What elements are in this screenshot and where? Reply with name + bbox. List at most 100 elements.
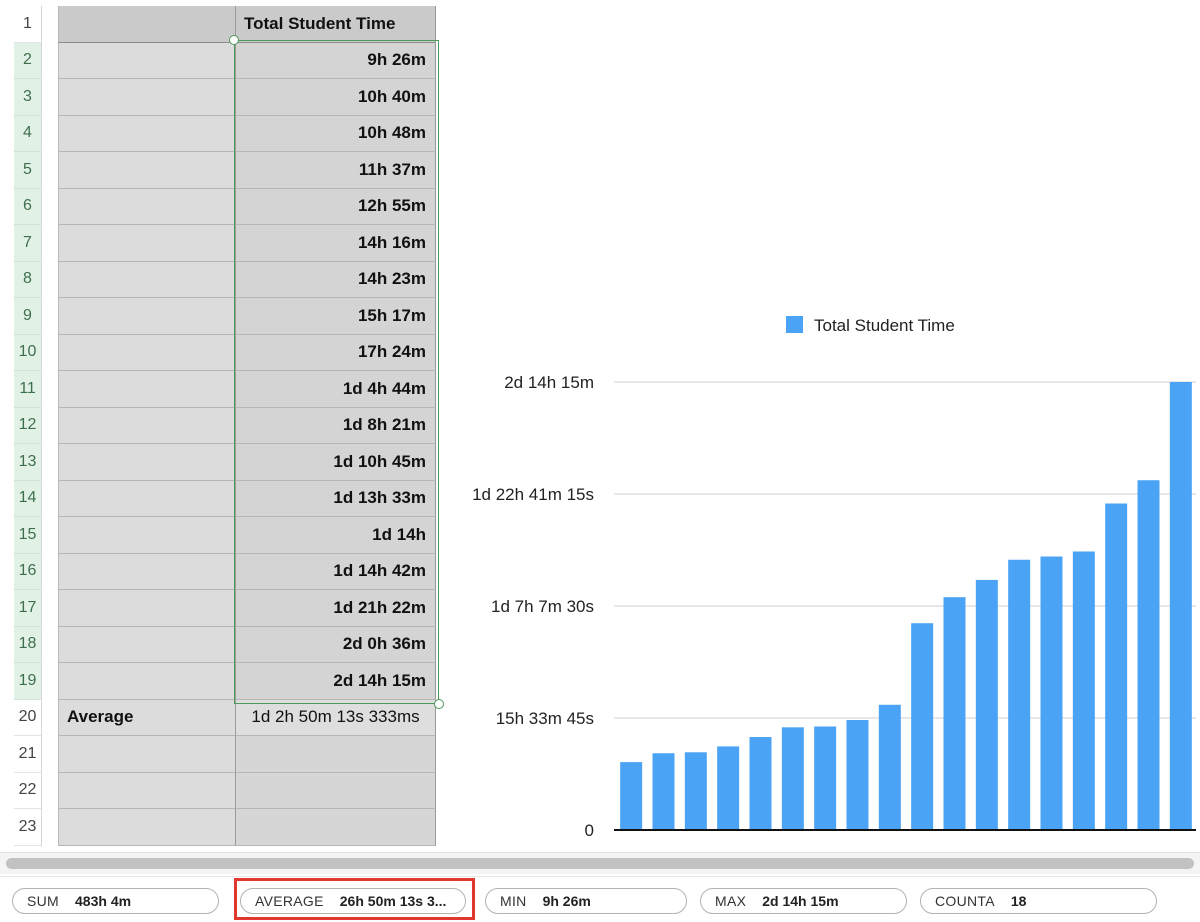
- table-cell[interactable]: [58, 736, 236, 773]
- row-header[interactable]: 12: [14, 407, 41, 444]
- time-cell[interactable]: 2d 14h 15m: [236, 663, 436, 700]
- row-header[interactable]: 22: [14, 772, 41, 809]
- row-header[interactable]: 17: [14, 590, 41, 627]
- table-cell[interactable]: [58, 809, 236, 846]
- bar: [1008, 559, 1031, 830]
- time-cell[interactable]: 1d 14h: [236, 517, 436, 554]
- table-cell[interactable]: [58, 371, 236, 408]
- table-cell[interactable]: [58, 553, 236, 590]
- bar: [684, 752, 707, 830]
- row-header[interactable]: 7: [14, 225, 41, 262]
- time-cell[interactable]: 14h 16m: [236, 225, 436, 262]
- legend-swatch: [786, 316, 803, 333]
- table-row: 2d 14h 15m: [58, 663, 438, 700]
- table-cell[interactable]: [236, 772, 436, 809]
- row-header[interactable]: 4: [14, 115, 41, 152]
- average-row: Average 1d 2h 50m 13s 333ms: [58, 699, 438, 736]
- average-label-cell[interactable]: Average: [58, 699, 236, 736]
- min-stat-button[interactable]: MIN 9h 26m: [485, 888, 687, 914]
- table-cell[interactable]: [58, 444, 236, 481]
- time-cell[interactable]: 11h 37m: [236, 152, 436, 189]
- table-cell[interactable]: [58, 480, 236, 517]
- row-header[interactable]: 15: [14, 517, 41, 554]
- bar-chart[interactable]: Total Student Time 0 15h 33m 45s 1d 7h 7m 3…: [446, 300, 1200, 850]
- time-cell[interactable]: 12h 55m: [236, 188, 436, 225]
- table-row: 10h 40m: [58, 79, 438, 116]
- row-header[interactable]: 21: [14, 736, 41, 773]
- time-cell[interactable]: 9h 26m: [236, 42, 436, 79]
- row-header[interactable]: 14: [14, 480, 41, 517]
- time-cell[interactable]: 15h 17m: [236, 298, 436, 335]
- table-row: 1d 4h 44m: [58, 371, 438, 408]
- max-stat-button[interactable]: MAX 2d 14h 15m: [700, 888, 907, 914]
- counta-stat-button[interactable]: COUNTA 18: [920, 888, 1157, 914]
- table-cell[interactable]: [58, 6, 236, 43]
- row-header[interactable]: 3: [14, 79, 41, 116]
- table-row: 17h 24m: [58, 334, 438, 371]
- bar: [749, 737, 772, 830]
- table-cell[interactable]: [58, 152, 236, 189]
- bar: [814, 726, 837, 830]
- table-cell[interactable]: [58, 334, 236, 371]
- table-cell[interactable]: [58, 79, 236, 116]
- bar: [943, 597, 966, 830]
- row-header[interactable]: 5: [14, 152, 41, 189]
- table-row: 14h 23m: [58, 261, 438, 298]
- time-cell[interactable]: 10h 40m: [236, 79, 436, 116]
- time-cell[interactable]: 1d 13h 33m: [236, 480, 436, 517]
- sum-stat-button[interactable]: SUM 483h 4m: [12, 888, 219, 914]
- table-row: 1d 8h 21m: [58, 407, 438, 444]
- table-cell[interactable]: [58, 225, 236, 262]
- row-header[interactable]: 16: [14, 553, 41, 590]
- table-row: [58, 809, 438, 846]
- table-cell[interactable]: [58, 663, 236, 700]
- table-cell[interactable]: [58, 261, 236, 298]
- row-header[interactable]: 11: [14, 371, 41, 408]
- table-cell[interactable]: [236, 736, 436, 773]
- table-row: 10h 48m: [58, 115, 438, 152]
- average-stat-button[interactable]: AVERAGE 26h 50m 13s 3...: [240, 888, 466, 914]
- row-header[interactable]: 23: [14, 809, 41, 846]
- row-header[interactable]: 1: [14, 6, 41, 43]
- table-cell[interactable]: [58, 42, 236, 79]
- row-header[interactable]: 2: [14, 42, 41, 79]
- table-cell[interactable]: [58, 298, 236, 335]
- time-cell[interactable]: 1d 8h 21m: [236, 407, 436, 444]
- time-cell[interactable]: 1d 21h 22m: [236, 590, 436, 627]
- table-row: 9h 26m: [58, 42, 438, 79]
- row-header[interactable]: 20: [14, 699, 41, 736]
- column-header-total-student-time[interactable]: Total Student Time: [236, 6, 436, 43]
- average-value-cell[interactable]: 1d 2h 50m 13s 333ms: [236, 699, 436, 736]
- scrollbar-thumb[interactable]: [6, 858, 1194, 869]
- time-cell[interactable]: 14h 23m: [236, 261, 436, 298]
- table-cell[interactable]: [58, 407, 236, 444]
- bar: [1072, 551, 1095, 830]
- table-cell[interactable]: [58, 517, 236, 554]
- row-header[interactable]: 6: [14, 188, 41, 225]
- time-cell[interactable]: 1d 10h 45m: [236, 444, 436, 481]
- time-cell[interactable]: 17h 24m: [236, 334, 436, 371]
- max-value: 2d 14h 15m: [762, 893, 839, 909]
- min-label: MIN: [500, 893, 527, 909]
- time-cell[interactable]: 2d 0h 36m: [236, 626, 436, 663]
- bar: [878, 704, 901, 830]
- sum-value: 483h 4m: [75, 893, 132, 909]
- row-header[interactable]: 18: [14, 626, 41, 663]
- sum-label: SUM: [27, 893, 60, 909]
- table-cell[interactable]: [236, 809, 436, 846]
- row-header[interactable]: 10: [14, 334, 41, 371]
- table-cell[interactable]: [58, 115, 236, 152]
- row-header[interactable]: 8: [14, 261, 41, 298]
- horizontal-scrollbar[interactable]: [0, 852, 1200, 874]
- time-cell[interactable]: 10h 48m: [236, 115, 436, 152]
- time-cell[interactable]: 1d 14h 42m: [236, 553, 436, 590]
- row-header[interactable]: 9: [14, 298, 41, 335]
- row-header[interactable]: 13: [14, 444, 41, 481]
- row-header[interactable]: 19: [14, 663, 41, 700]
- table-cell[interactable]: [58, 772, 236, 809]
- table-cell[interactable]: [58, 188, 236, 225]
- table-cell[interactable]: [58, 626, 236, 663]
- table-cell[interactable]: [58, 590, 236, 627]
- min-value: 9h 26m: [542, 893, 591, 909]
- time-cell[interactable]: 1d 4h 44m: [236, 371, 436, 408]
